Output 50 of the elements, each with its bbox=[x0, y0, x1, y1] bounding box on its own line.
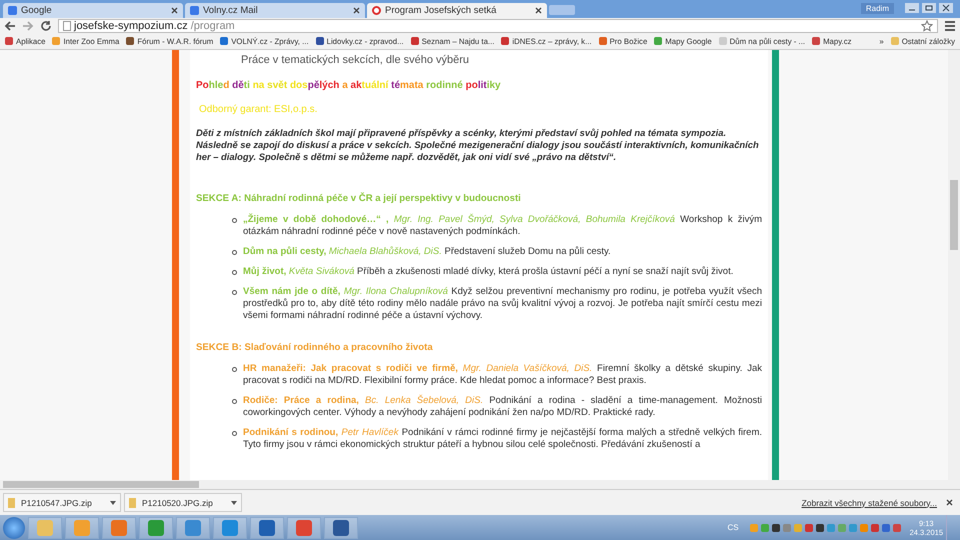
page-heading: Pohled děti na svět dospělých a aktuální témata rodinné politiky bbox=[196, 80, 502, 92]
program-item-text: Dům na půli cesty, Michaela Blahůšková, DiS. Představení služeb Domu na půli cesty. bbox=[243, 246, 611, 258]
body-text: Práce v tematických sekcích, dle svého výběru bbox=[240, 54, 470, 66]
window-controls-icon[interactable] bbox=[904, 2, 954, 14]
caret-icon[interactable] bbox=[110, 500, 116, 505]
browser-tab[interactable]: Google bbox=[3, 2, 183, 18]
new-tab-button[interactable] bbox=[549, 4, 575, 15]
start-button[interactable] bbox=[3, 516, 25, 538]
close-icon[interactable] bbox=[946, 499, 953, 506]
close-icon[interactable] bbox=[535, 6, 542, 14]
close-icon[interactable] bbox=[353, 6, 360, 14]
close-icon[interactable] bbox=[171, 6, 178, 14]
bullet-icon bbox=[232, 398, 237, 404]
bullet-icon bbox=[232, 250, 237, 255]
bullet-icon bbox=[232, 218, 237, 223]
favicon-icon bbox=[372, 6, 381, 15]
page-icon bbox=[63, 20, 71, 31]
program-item-text: „Žijeme v době dohodové…“ , Mgr. Ing. Pavel Šmýd, Sylva Dvořáčková, Bohumila Krejčíková Workshop k živým otázkám náhradní rodinné péče v nově nastavených podmínkách. bbox=[243, 214, 762, 238]
program-item-text: HR manažeři: Jak pracovat s rodiči ve firmě, Mgr. Daniela Vašíčková, DiS. Firemní školky a dětské skupiny. Jak pracovat s rodiči na MD/RD. Flexibilní formy práce. Kde hledat pomoc a informace? Best praxis. bbox=[243, 362, 762, 387]
star-icon[interactable] bbox=[921, 20, 933, 32]
zip-file-icon bbox=[8, 498, 15, 508]
bullet-icon bbox=[232, 290, 237, 295]
guarantor-text: Odborný garant: ESI,o.p.s. bbox=[199, 104, 318, 115]
user-name[interactable]: Radim bbox=[860, 2, 894, 14]
bullet-icon bbox=[232, 270, 237, 275]
favicon-icon bbox=[8, 6, 17, 15]
program-item-text: Podnikání s rodinou, Petr Havlíček Podnikání v rámci rodinné firmy je nejčastější forma malých a středně velkých firem. Tyto firmy jsou v rámci ekonomických struktur páteří a hybnou silou celé společnosti. Předávání zkušeností a bbox=[243, 426, 762, 451]
browser-tab[interactable]: Volny.cz Mail bbox=[185, 2, 365, 18]
menu-icon[interactable] bbox=[944, 20, 956, 32]
browser-tab[interactable]: Program Josefských setká bbox=[367, 2, 547, 18]
intro-paragraph: Děti z místních základních škol mají připravené příspěvky a scénky, kterými představí svůj pohled na témata sympozia. Následně se zapojí do diskusí a práce v sekcích. Společné mezigenerační dialogy jsou součástí interaktivních, komunikačních her – dialogy. Společně s dětmi se můžeme např. dozvědět, jak oni vidí své „právo na dětství“. bbox=[196, 126, 760, 163]
caret-icon[interactable] bbox=[231, 500, 237, 505]
bullet-icon bbox=[232, 430, 237, 436]
section-heading: SEKCE A: Náhradní rodinná péče v ČR a její perspektivy v budoucnosti bbox=[196, 192, 522, 205]
download-item[interactable]: P1210520.JPG.zip bbox=[124, 493, 242, 512]
program-item-text: Všem nám jde o dítě, Mgr. Ilona Chalupníková Když selžou preventivní mechanismy pro rodinu, je potřeba využít všech prostředků pro to, aby dítě této rodiny mělo nadále právo na svůj kvalitní vývoj a rozvoj. Je potřeba najít smírčí cestu mezi všemi formami náhradní rodinné péče a ústavní výchovy. bbox=[243, 286, 762, 322]
bullet-icon bbox=[232, 366, 237, 372]
program-item-text: Rodiče: Práce a rodina, Bc. Lenka Šebelová, DiS. Podnikání a rodina - sladění a time-management. Možnosti coworkingových center. Výhody a nevýhody zahájení podnikání žen na/po MD/RD. Praktické rady. bbox=[243, 394, 762, 419]
back-icon[interactable] bbox=[4, 20, 16, 32]
zip-file-icon bbox=[129, 498, 136, 508]
reload-icon[interactable] bbox=[40, 20, 52, 32]
favicon-icon bbox=[190, 6, 199, 15]
program-item-text: Můj život, Květa Siváková Příběh a zkušenosti mladé dívky, která prošla ústavní péčí a nyní se snaží najít svůj život. bbox=[243, 266, 734, 278]
section-heading: SEKCE B: Slaďování rodinného a pracovního života bbox=[196, 342, 434, 354]
vertical-scrollbar[interactable] bbox=[948, 50, 960, 480]
forward-icon[interactable] bbox=[22, 20, 34, 32]
horizontal-scrollbar[interactable] bbox=[0, 480, 960, 490]
show-all-downloads-link[interactable]: Zobrazit všechny stažené soubory... bbox=[802, 498, 937, 508]
download-item[interactable]: P1210547.JPG.zip bbox=[3, 493, 121, 512]
address-field[interactable]: josefske-sympozium.cz /program bbox=[58, 18, 938, 33]
